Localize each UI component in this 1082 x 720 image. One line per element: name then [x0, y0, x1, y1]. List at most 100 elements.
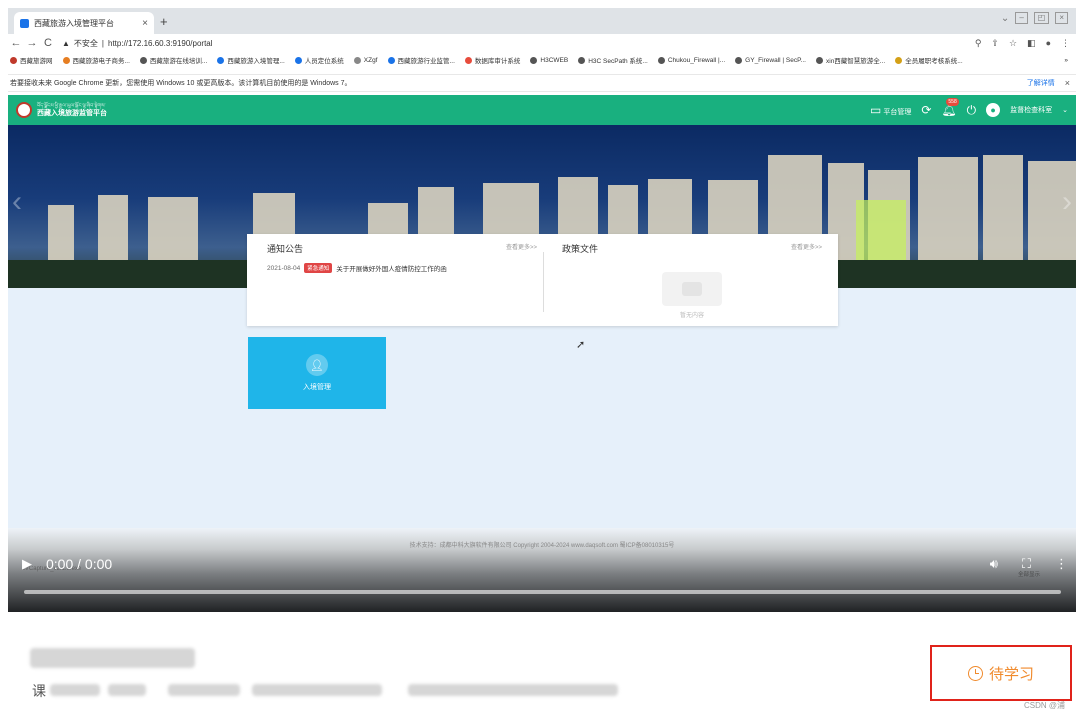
- power-icon[interactable]: ⏻: [967, 103, 977, 118]
- bookmark-label: 西藏旅游电子商务...: [72, 58, 130, 65]
- watermark-credit: CSDN @浦: [1024, 701, 1066, 710]
- menu-icon[interactable]: ⋮: [1061, 38, 1070, 49]
- emblem-logo: [16, 102, 32, 118]
- bookmark-item[interactable]: 数据库审计系统: [464, 55, 521, 65]
- bookmark-label: Chukou_Firewall |...: [667, 56, 726, 64]
- empty-text: 暂无内容: [679, 313, 704, 319]
- url-text[interactable]: http://172.16.60.3:9190/portal: [108, 39, 213, 48]
- tab-search-icon[interactable]: ⌄: [1001, 13, 1009, 24]
- bookmark-item[interactable]: 西藏旅游网: [10, 55, 53, 65]
- bookmark-item[interactable]: 西藏旅游入境管理...: [217, 55, 285, 65]
- footer-copyright: 技术支持：成都中科大旗软件有限公司 Copyright 2004-2024 ww…: [409, 543, 675, 549]
- carousel-next-icon[interactable]: ›: [1062, 185, 1072, 219]
- bookmark-label: 人员定位系统: [304, 58, 344, 65]
- bookmark-star-icon[interactable]: ☆: [1009, 38, 1017, 49]
- bookmark-label: 西藏旅游行业监管...: [397, 58, 455, 65]
- to-study-label: 待学习: [988, 665, 1034, 683]
- to-study-button[interactable]: 待学习: [930, 645, 1072, 701]
- platform-manage-button[interactable]: ▭ 平台管理: [870, 103, 911, 117]
- play-icon[interactable]: ▶: [22, 556, 32, 572]
- video-progress-bar[interactable]: [24, 590, 1061, 594]
- brand: བོད་ལྗོངས་ཕྱི་རྒྱལ་ཡུལ་སྐོར་ལྟ་ཞིབ་སྟེགས…: [37, 102, 107, 118]
- user-name[interactable]: 监督检查科室: [1010, 105, 1052, 115]
- policy-more-link[interactable]: 查看更多>>: [791, 242, 822, 251]
- share-icon[interactable]: ⇪: [991, 38, 999, 49]
- bookmark-item[interactable]: 西藏旅游在线培训...: [139, 55, 207, 65]
- notice-date: 2021-08-04: [267, 264, 301, 272]
- brand-name: 西藏入境旅游监管平台: [37, 110, 107, 117]
- reload-button[interactable]: C: [40, 37, 56, 49]
- blurred-text-3: [168, 684, 240, 696]
- bookmark-favicon-icon: [10, 56, 17, 64]
- bookmark-favicon-icon: [139, 56, 147, 64]
- bookmark-item[interactable]: H3CWEB: [530, 56, 569, 64]
- bookmark-label: H3CWEB: [540, 56, 569, 64]
- entry-management-tile[interactable]: 👤︎ 入境管理: [248, 337, 386, 409]
- video-right-controls: 🔊︎ ⛶ ⋮: [990, 556, 1068, 572]
- announcement-title: 通知公告: [267, 244, 304, 254]
- bookmark-item[interactable]: 西藏旅游电子商务...: [62, 55, 130, 65]
- browser-tab[interactable]: 西藏旅游入境管理平台 ×: [14, 12, 154, 34]
- address-bar-row: ← → C ▲ 不安全 | http://172.16.60.3:9190/po…: [8, 34, 1076, 52]
- info-bar-text: 若要接收未来 Google Chrome 更新，您需使用 Windows 10 …: [10, 80, 352, 87]
- carousel-prev-icon[interactable]: ‹: [12, 185, 22, 219]
- restore-icon[interactable]: ◰: [1033, 12, 1050, 24]
- bookmark-item[interactable]: 西藏旅游行业监管...: [387, 55, 455, 65]
- fullscreen-icon[interactable]: ⛶: [1022, 556, 1031, 572]
- bookmark-item[interactable]: GY_Firewall | SecP...: [735, 56, 806, 64]
- bookmark-favicon-icon: [578, 56, 586, 64]
- bookmark-item[interactable]: XZgf: [353, 56, 378, 64]
- bookmark-favicon-icon: [294, 56, 302, 64]
- forward-button[interactable]: →: [24, 37, 40, 49]
- refresh-icon[interactable]: ⟳: [921, 103, 931, 117]
- notification-bell[interactable]: 🔔︎ 558: [941, 98, 959, 117]
- bookmark-label: 西藏旅游网: [20, 58, 53, 65]
- bookmark-favicon-icon: [217, 56, 225, 64]
- card-divider: [543, 252, 544, 312]
- announcement-more-link[interactable]: 查看更多>>: [506, 242, 537, 251]
- close-window-icon[interactable]: ×: [1055, 12, 1068, 24]
- blurred-course-title: [30, 648, 195, 668]
- minimize-icon[interactable]: –: [1015, 12, 1028, 24]
- bookmark-item[interactable]: Chukou_Firewall |...: [657, 56, 726, 64]
- info-bar-close-button[interactable]: ×: [1065, 78, 1070, 88]
- bookmark-item[interactable]: 全员履职考核系统...: [895, 55, 963, 65]
- video-player: 技术支持：成都中科大旗软件有限公司 Copyright 2004-2024 ww…: [8, 528, 1076, 612]
- toolbar-icons: ⚲ ⇪ ☆ ◧ ● ⋮: [975, 38, 1076, 49]
- bookmark-label: 西藏旅游入境管理...: [227, 58, 285, 65]
- bookmark-item[interactable]: 人员定位系统: [294, 55, 344, 65]
- video-controls: ▶ 0:00 / 0:00 🔊︎ ⛶ ⋮: [22, 556, 1068, 572]
- bookmark-favicon-icon: [657, 56, 665, 64]
- bookmark-item[interactable]: xin西藏智慧旅游全...: [816, 55, 885, 65]
- tile-label: 入境管理: [303, 384, 331, 391]
- warning-icon[interactable]: ▲: [62, 39, 70, 48]
- blurred-text-4: [252, 684, 382, 696]
- profile-icon[interactable]: ●: [1046, 38, 1051, 49]
- update-info-bar: 若要接收未来 Google Chrome 更新，您需使用 Windows 10 …: [8, 74, 1076, 92]
- new-tab-button[interactable]: +: [160, 14, 168, 29]
- learn-more-link[interactable]: 了解详情: [1027, 78, 1055, 88]
- notice-item[interactable]: 2021-08-04 紧急通知 关于开展做好外国人疫情防控工作的函: [267, 263, 537, 273]
- zoom-icon[interactable]: ⚲: [975, 38, 982, 49]
- brand-tibetan: བོད་ལྗོངས་ཕྱི་རྒྱལ་ཡུལ་སྐོར་ལྟ་ཞིབ་སྟེགས…: [37, 103, 106, 109]
- volume-icon[interactable]: 🔊︎: [990, 556, 998, 572]
- omnibox[interactable]: ▲ 不安全 | http://172.16.60.3:9190/portal: [62, 38, 213, 49]
- more-options-icon[interactable]: ⋮: [1055, 556, 1068, 572]
- site-favicon-icon: [20, 18, 29, 28]
- browser-tab-bar: 西藏旅游入境管理平台 × + ⌄ – ◰ ×: [8, 8, 1076, 34]
- monitor-icon: ▭: [870, 103, 882, 117]
- bookmarks-overflow-button[interactable]: »: [1064, 57, 1068, 64]
- back-button[interactable]: ←: [8, 37, 24, 49]
- empty-state: 暂无内容: [657, 272, 727, 319]
- chevron-down-icon[interactable]: ⌄: [1062, 106, 1068, 114]
- window-controls: ⌄ – ◰ ×: [1001, 12, 1068, 24]
- notice-text[interactable]: 关于开展做好外国人疫情防控工作的函: [336, 263, 447, 273]
- sidebar-icon[interactable]: ◧: [1027, 38, 1036, 49]
- user-avatar[interactable]: ●: [986, 103, 1001, 117]
- bookmark-item[interactable]: H3C SecPath 系统...: [578, 55, 648, 65]
- bookmark-label: 数据库审计系统: [474, 58, 521, 65]
- blurred-text-1: [50, 684, 100, 696]
- tab-close-button[interactable]: ×: [142, 18, 148, 29]
- bookmark-favicon-icon: [353, 56, 361, 64]
- bookmark-favicon-icon: [816, 56, 823, 64]
